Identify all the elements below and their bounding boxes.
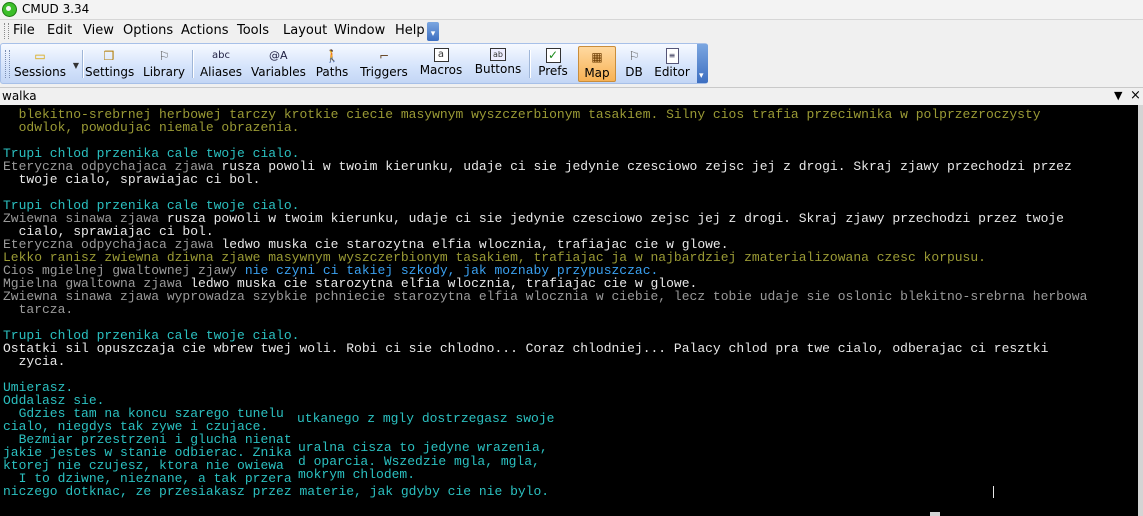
variables-button[interactable]: @A Variables — [251, 46, 306, 82]
output-segment: zycia. — [3, 354, 66, 369]
sessions-button[interactable]: ▭ Sessions — [11, 46, 69, 82]
output-scrollbar[interactable] — [1138, 105, 1143, 516]
menu-help[interactable]: Help — [395, 23, 425, 38]
paths-button[interactable]: 🚶 Paths — [314, 46, 350, 82]
settings-button[interactable]: ❒ Settings — [85, 46, 135, 82]
toolbar-grip[interactable] — [5, 50, 10, 78]
prefs-icon: ✓ — [545, 48, 561, 63]
settings-label: Settings — [85, 65, 135, 79]
buttons-icon: ab — [490, 48, 506, 61]
sessions-label: Sessions — [13, 65, 67, 79]
db-button[interactable]: ⚐ DB — [621, 46, 647, 82]
output-segment: Zwiewna sinawa zjawa wyprowadza szybkie … — [3, 289, 1088, 304]
status-grip — [930, 512, 940, 516]
map-button[interactable]: ▦ Map — [578, 46, 616, 82]
session-window-name: walka — [2, 89, 37, 103]
output-segment: rusza powoli w twoim kierunku, udaje ci … — [166, 211, 1064, 226]
prefs-button[interactable]: ✓ Prefs — [535, 46, 571, 82]
window-dropdown-icon[interactable]: ▼ — [1114, 89, 1122, 102]
menu-layout[interactable]: Layout — [283, 23, 327, 38]
output-line: niczego dotknac, ze przesiakasz przez ma… — [3, 485, 549, 498]
variables-label: Variables — [251, 65, 306, 79]
output-segment: twoje cialo, sprawiajac ci bol. — [3, 172, 261, 187]
editor-label: Editor — [654, 65, 690, 79]
macros-icon: a — [433, 48, 449, 62]
menu-view[interactable]: View — [83, 23, 114, 38]
output-segment: odwlok, powodujac niemale obrazenia. — [3, 120, 300, 135]
output-segment: niczego dotknac, ze przesiakasz przez ma… — [3, 484, 550, 499]
app-logo-icon — [2, 2, 17, 17]
paths-icon: 🚶 — [324, 49, 340, 63]
map-icon: ▦ — [591, 50, 603, 64]
output-line: tarcza. — [3, 302, 74, 317]
buttons-button[interactable]: ab Buttons — [473, 46, 523, 82]
overlay-text-line: utkanego z mgly dostrzegasz swoje — [297, 411, 555, 426]
toolbar-separator — [529, 50, 531, 78]
db-icon: ⚐ — [628, 49, 640, 63]
triggers-icon: ⌐ — [378, 49, 390, 63]
toolbar-overflow-chevron-icon[interactable]: ▾ — [697, 44, 708, 83]
menu-bar: File Edit View Options Actions Tools Lay… — [0, 20, 1143, 42]
toolbar-separator — [192, 50, 194, 78]
menu-actions[interactable]: Actions — [181, 23, 229, 38]
triggers-button[interactable]: ⌐ Triggers — [359, 46, 409, 82]
main-toolbar: ▭ Sessions ▼ ❒ Settings ⚐ Library abc Al… — [0, 43, 708, 84]
macros-label: Macros — [419, 63, 463, 77]
title-bar: CMUD 3.34 — [0, 0, 1143, 20]
prefs-label: Prefs — [538, 64, 568, 78]
triggers-label: Triggers — [360, 65, 408, 79]
output-segment: tarcza. — [3, 302, 74, 317]
session-window-header: walka ▼ × — [0, 87, 1143, 106]
output-segment: Ostatki sil opuszczaja cie wbrew twej wo… — [3, 341, 1049, 356]
paths-label: Paths — [315, 65, 349, 79]
folder-icon: ▭ — [34, 49, 46, 63]
library-label: Library — [143, 65, 185, 79]
sessions-dropdown-button[interactable]: ▼ — [67, 46, 79, 82]
library-button[interactable]: ⚐ Library — [142, 46, 186, 82]
output-line: zycia. — [3, 354, 66, 369]
window-close-icon[interactable]: × — [1130, 88, 1141, 103]
output-line: odwlok, powodujac niemale obrazenia. — [3, 120, 300, 135]
settings-icon: ❒ — [103, 49, 115, 63]
output-line: Zwiewna sinawa zjawa wyprowadza szybkie … — [3, 290, 1087, 303]
overlay-text-line: mokrym chlodem. — [298, 467, 416, 482]
buttons-label: Buttons — [474, 62, 522, 76]
output-line: twoje cialo, sprawiajac ci bol. — [3, 172, 261, 187]
mud-output-screen[interactable]: blekitno-srebrnej herbowej tarczy krotki… — [0, 105, 1138, 516]
toolbar-separator — [82, 50, 84, 78]
menu-edit[interactable]: Edit — [47, 23, 72, 38]
library-icon: ⚐ — [158, 49, 170, 63]
variables-icon: @A — [269, 49, 288, 62]
aliases-button[interactable]: abc Aliases — [199, 46, 243, 82]
menu-options[interactable]: Options — [123, 23, 173, 38]
editor-button[interactable]: ≡ Editor — [653, 46, 691, 82]
window-title: CMUD 3.34 — [22, 2, 90, 16]
menu-window[interactable]: Window — [334, 23, 385, 38]
macros-button[interactable]: a Macros — [418, 46, 464, 82]
aliases-icon: abc — [212, 50, 230, 61]
db-label: DB — [625, 65, 643, 79]
menu-file[interactable]: File — [13, 23, 35, 38]
overlay-text-line: uralna cisza to jedyne wrazenia, — [298, 440, 548, 455]
editor-icon: ≡ — [665, 48, 679, 64]
menu-tools[interactable]: Tools — [237, 23, 269, 38]
output-line: Ostatki sil opuszczaja cie wbrew twej wo… — [3, 342, 1048, 355]
menu-overflow-chevron-icon[interactable]: ▾ — [427, 22, 439, 41]
map-label: Map — [584, 66, 610, 80]
menu-grip[interactable] — [4, 23, 9, 39]
aliases-label: Aliases — [199, 65, 243, 79]
output-segment: rusza powoli w twoim kierunku, udaje ci … — [221, 159, 1072, 174]
text-cursor — [993, 486, 994, 498]
